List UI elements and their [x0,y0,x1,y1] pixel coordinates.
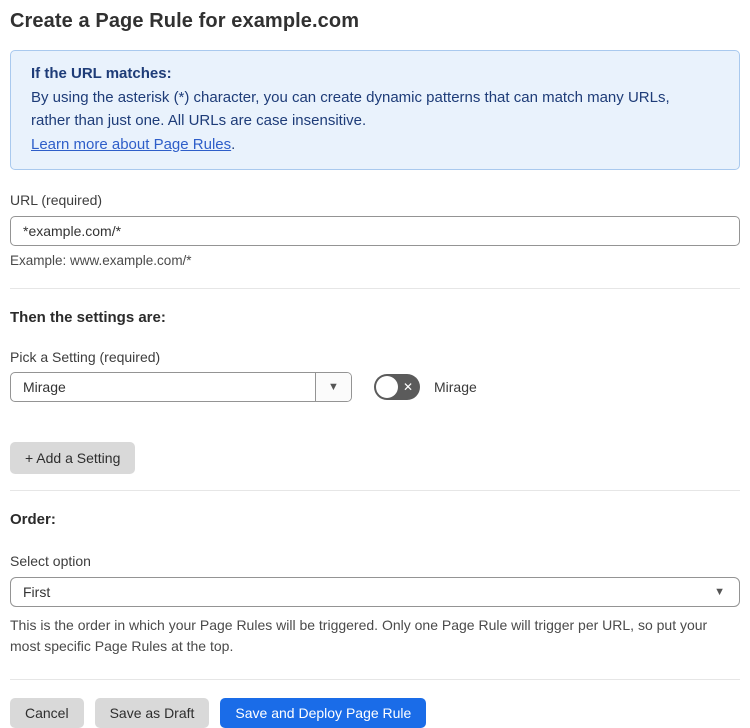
toggle-off-x-icon: ✕ [402,380,413,394]
info-box-heading: If the URL matches: [31,65,172,82]
settings-section-heading: Then the settings are: [10,309,166,326]
url-field-label: URL (required) [10,192,103,208]
setting-row: Mirage ▼ ✕ Mirage [10,372,740,402]
add-setting-button[interactable]: + Add a Setting [10,442,136,474]
info-link-suffix: . [231,136,236,153]
chevron-down-icon: ▼ [714,585,725,598]
create-page-rule-form: Create a Page Rule for example.com If th… [0,0,750,728]
toggle-label: Mirage [434,379,477,395]
cancel-button[interactable]: Cancel [10,698,84,728]
divider [10,679,740,680]
setting-select-arrow-button[interactable]: ▼ [315,373,351,401]
divider [10,490,740,491]
order-help-text: This is the order in which your Page Rul… [10,617,708,654]
order-section-heading: Order: [10,511,56,528]
url-match-info-box: If the URL matches: By using the asteris… [10,50,740,170]
order-select[interactable]: First ▼ [10,577,740,607]
url-example-text: Example: www.example.com/* [10,253,192,268]
url-input[interactable] [10,216,740,246]
learn-more-link[interactable]: Learn more about Page Rules [31,136,231,153]
setting-select[interactable]: Mirage ▼ [10,372,352,402]
divider [10,288,740,289]
setting-select-value: Mirage [23,379,66,395]
footer-actions: Cancel Save as Draft Save and Deploy Pag… [10,698,740,728]
order-select-value: First [23,584,51,600]
save-draft-button[interactable]: Save as Draft [94,698,210,728]
page-title: Create a Page Rule for example.com [10,10,360,32]
order-select-label: Select option [10,553,91,569]
chevron-down-icon: ▼ [328,380,339,393]
save-deploy-button[interactable]: Save and Deploy Page Rule [220,698,427,728]
info-link-line: Learn more about Page Rules. [31,133,719,156]
pick-setting-label: Pick a Setting (required) [10,349,161,365]
info-box-body: By using the asterisk (*) character, you… [31,89,670,129]
mirage-toggle[interactable]: ✕ [374,374,420,400]
toggle-knob [376,376,398,398]
